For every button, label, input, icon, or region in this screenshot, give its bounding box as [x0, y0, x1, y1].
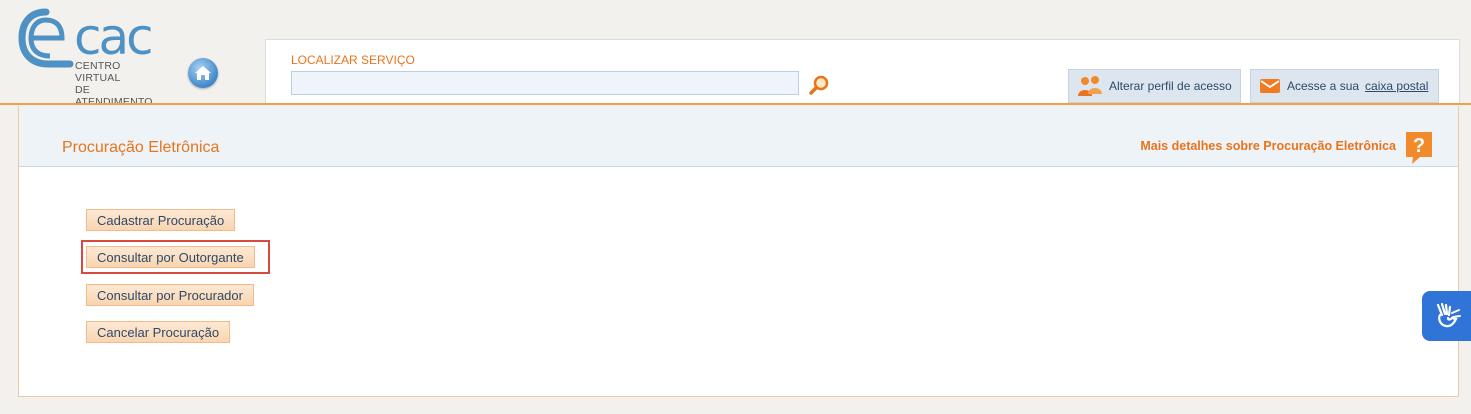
- users-icon: [1078, 76, 1102, 96]
- page-title: Procuração Eletrônica: [62, 139, 220, 156]
- more-details-link[interactable]: Mais detalhes sobre Procuração Eletrônic…: [1140, 139, 1396, 153]
- logo-word: cac: [74, 8, 154, 66]
- magnifier-icon[interactable]: [808, 74, 830, 96]
- header-divider: [0, 103, 1471, 105]
- header: cac CENTRO VIRTUAL DE ATENDIMENTO LOCALI…: [0, 0, 1471, 108]
- home-icon: [195, 66, 211, 80]
- panel-header: Procuração Eletrônica Mais detalhes sobr…: [19, 106, 1458, 167]
- e-logo-icon: [18, 8, 74, 68]
- query-by-attorney-button[interactable]: Consultar por Procurador: [86, 284, 254, 306]
- home-button[interactable]: [188, 58, 218, 88]
- ecac-logo[interactable]: cac CENTRO VIRTUAL DE ATENDIMENTO: [18, 8, 168, 108]
- accessibility-button[interactable]: [1422, 291, 1471, 341]
- svg-text:?: ?: [1413, 135, 1425, 157]
- search-input[interactable]: [291, 71, 799, 95]
- change-profile-button[interactable]: Alterar perfil de acesso: [1068, 69, 1241, 103]
- mailbox-prefix: Acesse a sua: [1287, 79, 1360, 93]
- sign-language-icon: [1436, 302, 1461, 328]
- question-icon[interactable]: ?: [1404, 130, 1434, 166]
- mailbox-link[interactable]: caixa postal: [1365, 79, 1428, 93]
- mailbox-button[interactable]: Acesse a sua caixa postal: [1250, 69, 1439, 103]
- cancel-proxy-button[interactable]: Cancelar Procuração: [86, 321, 231, 343]
- envelope-icon: [1260, 79, 1280, 93]
- logo-subtitle-line1: CENTRO VIRTUAL: [75, 60, 121, 84]
- query-by-grantor-button[interactable]: Consultar por Outorgante: [86, 246, 255, 268]
- change-profile-label: Alterar perfil de acesso: [1109, 79, 1232, 93]
- register-proxy-button[interactable]: Cadastrar Procuração: [86, 209, 236, 231]
- search-label: LOCALIZAR SERVIÇO: [291, 53, 415, 67]
- logo-subtitle: CENTRO VIRTUAL DE ATENDIMENTO: [75, 60, 168, 108]
